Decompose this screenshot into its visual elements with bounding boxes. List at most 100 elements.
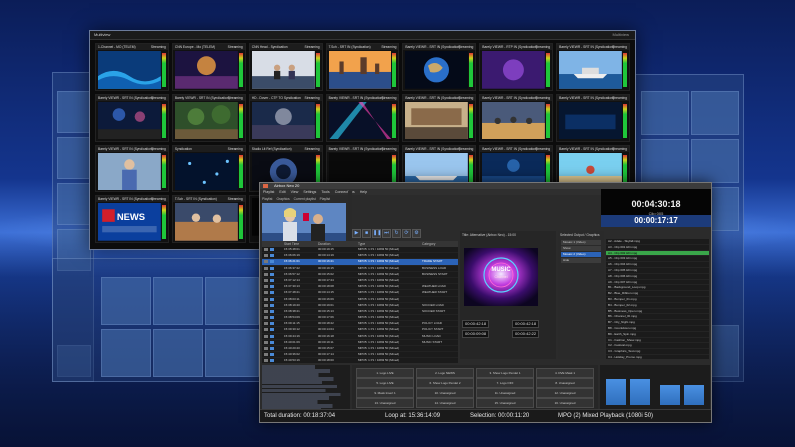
- row-status-icon: [264, 322, 268, 326]
- multiview-tile[interactable]: T.Sch - SRT IN (Syndication) Streaming: [325, 43, 400, 91]
- audio-level-meter: [161, 205, 166, 239]
- playlist-rows: 15:35:48:01 00:00:19:15 MPO5: 1 P1 / 108…: [262, 247, 458, 363]
- row-type-icon: [270, 353, 274, 357]
- multiview-tile[interactable]: Barely VIEWR - SRT IN (Syndication) Stre…: [95, 144, 169, 193]
- tile-status: Streaming: [381, 45, 397, 49]
- graphics-pad-button[interactable]: 8. Unassigned: [536, 378, 594, 388]
- reload-icon[interactable]: ⟳: [402, 229, 411, 238]
- multiview-tile[interactable]: Barely VIEWR - RTP IN (Syndication) Stre…: [479, 43, 554, 91]
- multiview-tile[interactable]: Barely VIEWR - SRT IN (Syndication) Stre…: [95, 93, 169, 142]
- settings-icon[interactable]: ⚙: [412, 229, 421, 238]
- status-bar: Total duration: 00:18:37:04 Loop at: 15:…: [260, 409, 711, 422]
- tab[interactable]: Graphics: [276, 197, 289, 201]
- row-duration: 00:00:19:15: [318, 265, 334, 270]
- graphics-pad-button[interactable]: 7. Logo OFF: [476, 378, 534, 388]
- audio-level-meter: [161, 53, 166, 87]
- graphics-pad-button[interactable]: 1. Logo LIVE: [356, 368, 414, 378]
- tile-video: [251, 51, 315, 89]
- graphics-item[interactable]: Mosaic 2 (Video): [561, 252, 601, 257]
- row-category: MUSIC LOAD: [422, 333, 441, 338]
- pause-icon[interactable]: ❚❚: [372, 229, 381, 238]
- multiview-tile[interactable]: Barely VIEWR - SRT IN (Syndication) Stre…: [402, 93, 477, 142]
- tile-video: [559, 51, 622, 89]
- multiview-tile[interactable]: Syndication Streaming: [171, 144, 246, 193]
- graphics-pad-button[interactable]: 13. Unassigned: [356, 398, 414, 408]
- graphics-pad-button[interactable]: 16. Unassigned: [536, 398, 594, 408]
- row-duration: 00:00:19:15: [318, 247, 334, 251]
- graphics-pad-button[interactable]: 2. Logo NEWS: [416, 368, 474, 378]
- row-type-icon: [270, 297, 274, 301]
- audio-level-meter: [392, 103, 397, 138]
- audio-level-meter: [392, 53, 397, 87]
- row-start-time: 15:35:48:01: [284, 247, 300, 251]
- skip-icon[interactable]: ⏭: [382, 229, 391, 238]
- row-type: MPO5: 1 P1 / 1080i 50 (Mixed): [358, 308, 400, 313]
- tile-status: Streaming: [227, 45, 243, 49]
- tab[interactable]: Current playlist: [294, 197, 316, 201]
- play-icon[interactable]: ▶: [352, 229, 361, 238]
- graphics-item[interactable]: Show: [561, 246, 601, 251]
- menu-item[interactable]: Edit: [279, 190, 285, 194]
- graphics-pad-button[interactable]: 15. Unassigned: [476, 398, 534, 408]
- loop-icon[interactable]: ↻: [392, 229, 401, 238]
- menu-item[interactable]: Playlist: [263, 190, 274, 194]
- graphics-pad-button[interactable]: 10. Unassigned: [416, 388, 474, 398]
- tile-status: Streaming: [611, 45, 627, 49]
- multiview-tile[interactable]: Barely VIEWR - SRT IN (Syndication) Stre…: [556, 43, 630, 91]
- graphics-pad-button[interactable]: 11. Unassigned: [476, 388, 534, 398]
- row-duration: 00:00:14:19: [318, 253, 334, 258]
- row-type: MPO5: 1 P1 / 1080i 50 (Mixed): [358, 333, 400, 338]
- graphics-pad-button[interactable]: 6. Show Logo Pendel 2: [416, 378, 474, 388]
- menu-item[interactable]: View: [291, 190, 299, 194]
- multiview-tile[interactable]: Barely VIEWR - SRT IN (Syndication) Stre…: [556, 93, 630, 142]
- graphics-pad-button[interactable]: 4. DVE Mask 1: [536, 368, 594, 378]
- multiview-tile[interactable]: CNN Europe - Mo (TELEM) Streaming: [171, 43, 246, 91]
- row-type: MPO5: 1 P1 / 1080i 50 (Mixed): [358, 290, 400, 295]
- row-start-time: 15:40:01:09: [284, 339, 300, 344]
- audio-meter-bar: [684, 385, 704, 405]
- row-category: POLICY LOAD: [422, 321, 442, 326]
- graphics-pad-button[interactable]: 9. Mask Insert 1: [356, 388, 414, 398]
- menu-item[interactable]: Tools: [321, 190, 329, 194]
- multiview-tile[interactable]: Barely VIEWR - SRT IN (Syndication) Stre…: [95, 195, 169, 243]
- graphics-pad-button[interactable]: 12. Unassigned: [536, 388, 594, 398]
- total-duration: Total duration: 00:18:37:04: [264, 413, 336, 419]
- audio-meter-bar: [630, 379, 650, 405]
- row-status-icon: [264, 291, 268, 295]
- row-duration: 00:00:17:14: [318, 352, 334, 357]
- multiview-tile[interactable]: 1-Channel - MO (TELEM) Streaming: [95, 43, 169, 91]
- tile-video: [174, 203, 238, 241]
- row-type: MPO5: 1 P1 / 1080i 50 (Mixed): [358, 339, 400, 344]
- multiview-tile[interactable]: CNN Head - Syndication Streaming: [248, 43, 323, 91]
- tab[interactable]: Playlist: [262, 197, 272, 201]
- row-type: MPO5: 1 P1 / 1080i 50 (Mixed): [358, 358, 400, 363]
- tile-status: Streaming: [458, 45, 474, 49]
- tile-status: Streaming: [611, 146, 627, 151]
- graphics-item[interactable]: Mosaic 1 (Video): [561, 240, 601, 245]
- graphics-item[interactable]: Hide: [561, 258, 601, 263]
- graphics-pad-button[interactable]: 5. Logo LIVE: [356, 378, 414, 388]
- graphics-pad-button[interactable]: 14. Unassigned: [416, 398, 474, 408]
- tile-video: [174, 101, 238, 140]
- menu-item[interactable]: Help: [360, 190, 367, 194]
- multiview-tile[interactable]: Barely VIEWR - SRT IN (Syndication) Stre…: [171, 93, 246, 142]
- multiview-tile[interactable]: T.Sch - SRT IN (Syndication) Streaming: [171, 195, 246, 243]
- media-file[interactable]: C4 - Holiday_Promo.mpg: [606, 355, 709, 359]
- multiview-tile[interactable]: Barely VIEWR - SRT IN (Syndication) Stre…: [325, 93, 400, 142]
- graphics-pad-button[interactable]: 3. Show Logo Pendel 1: [476, 368, 534, 378]
- menu-item[interactable]: Settings: [303, 190, 316, 194]
- multiview-tile[interactable]: Barely VIEWR - SRT IN (Syndication) Stre…: [402, 43, 477, 91]
- multiviewer-titlebar: Multiview Multiview: [90, 31, 635, 40]
- elapsed-timecode: 00:04:30:18: [631, 199, 681, 209]
- playlist-row[interactable]: 15:40:53:16 00:00:18:00 MPO5: 1 P1 / 108…: [262, 358, 458, 363]
- row-duration: 00:00:15:07: [318, 346, 334, 350]
- row-start-time: 15:40:20:20: [284, 346, 300, 350]
- row-type-icon: [270, 309, 274, 313]
- row-category: BUSINESS START: [422, 271, 448, 276]
- multiview-tile[interactable]: HD - Dover - CTF TO Syndication Streamin…: [248, 93, 323, 142]
- row-type: MPO5: 1 P1 / 1080i 50 (Mixed): [358, 253, 400, 258]
- multiview-tile[interactable]: Barely VIEWR - SRT IN (Syndication) Stre…: [479, 93, 554, 142]
- tab[interactable]: Playlist: [320, 197, 330, 201]
- tile-status: Streaming: [304, 95, 320, 100]
- stop-icon[interactable]: ■: [362, 229, 371, 238]
